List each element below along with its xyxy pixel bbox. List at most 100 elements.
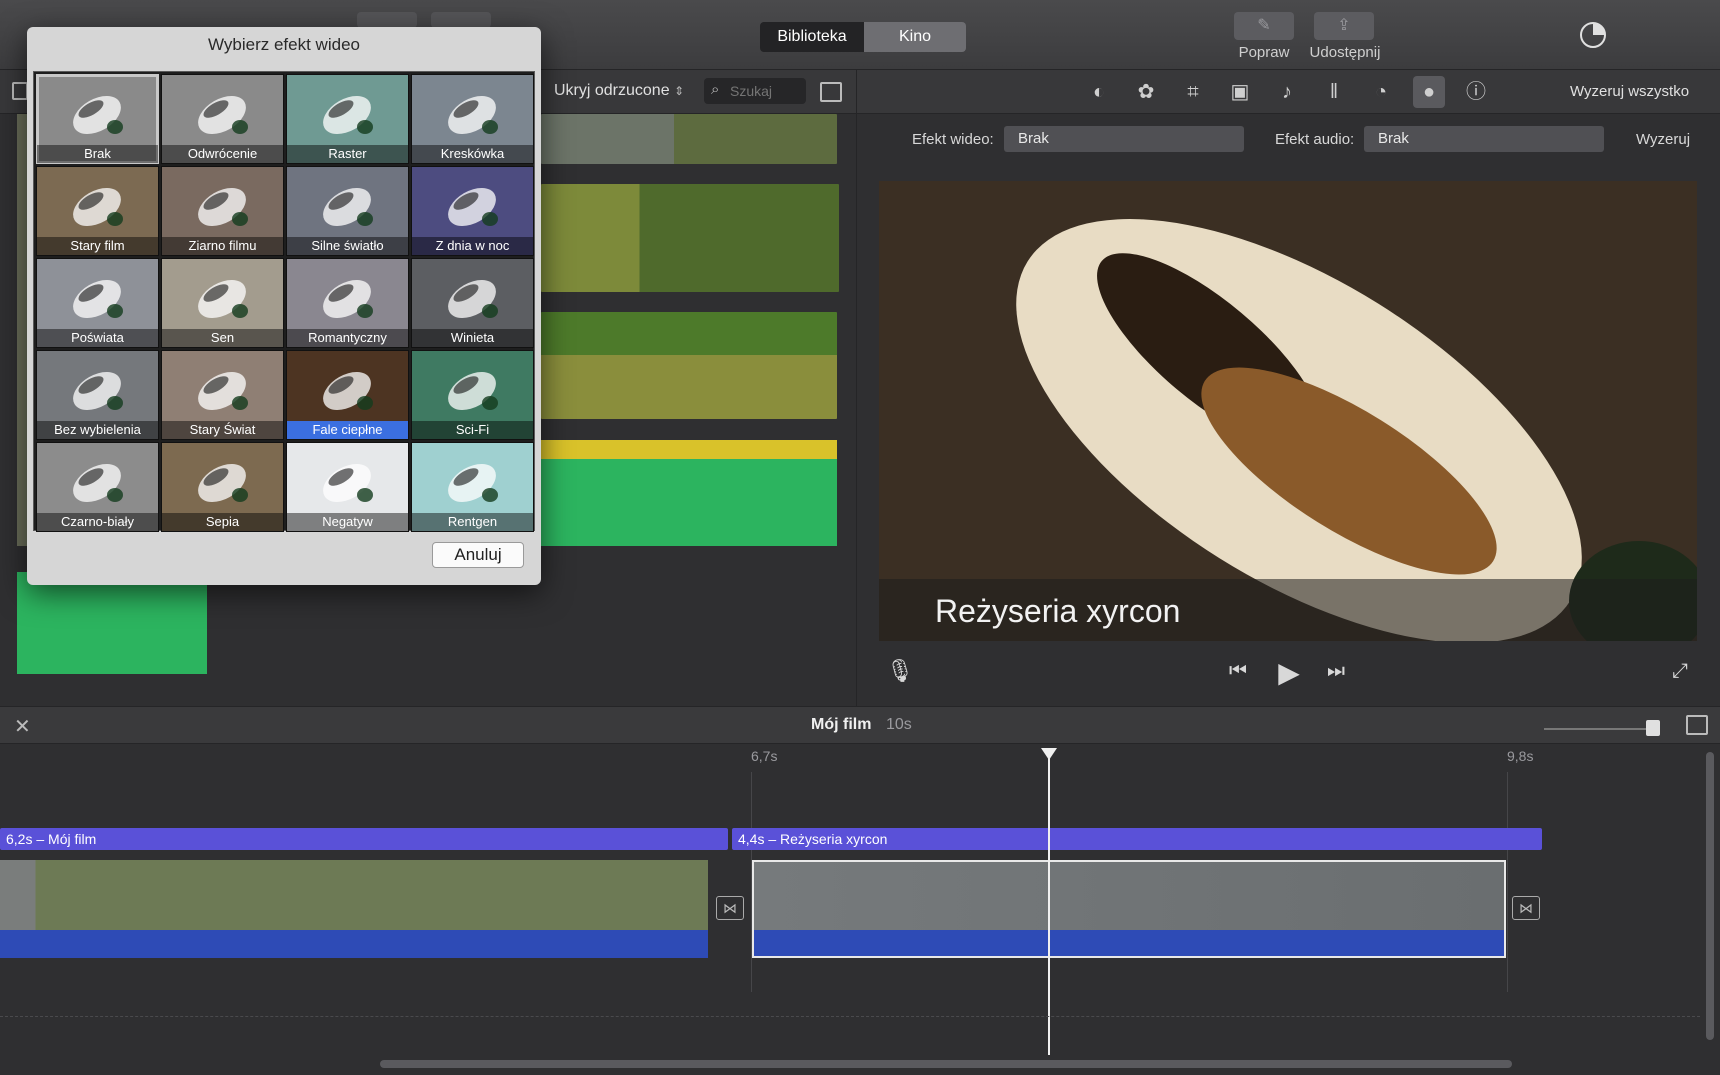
audio-clip-1[interactable]: [0, 930, 708, 958]
browser-audio-waveform[interactable]: [541, 440, 837, 546]
effect-tile-label: Winieta: [412, 329, 533, 347]
effect-tile[interactable]: Romantyczny: [286, 258, 409, 348]
effect-tile-label: Fale ciepłne: [287, 421, 408, 439]
background-tasks-icon[interactable]: [1580, 22, 1606, 48]
duck-thumbnail-image: [73, 372, 123, 410]
microphone-icon[interactable]: 🎙︎: [886, 658, 914, 686]
filmstrip-view-icon[interactable]: [820, 82, 842, 102]
choose-video-effect-dialog: Wybierz efekt wideo Brak Odwrócenie Raster…: [27, 27, 541, 585]
effect-tile[interactable]: Sen: [161, 258, 284, 348]
effect-tile-label: Raster: [287, 145, 408, 163]
transition-icon[interactable]: ⋈: [716, 896, 744, 920]
video-effect-field[interactable]: Brak: [1004, 126, 1244, 152]
duck-thumbnail-image: [323, 464, 373, 502]
volume-icon[interactable]: ♪: [1275, 80, 1299, 104]
audio-effect-field[interactable]: Brak: [1364, 126, 1604, 152]
browser-audio-clip[interactable]: [17, 572, 207, 674]
playhead-handle[interactable]: [1041, 748, 1057, 760]
stabilization-icon[interactable]: ▣: [1228, 80, 1252, 104]
video-preview: Reżyseria xyrcon: [879, 181, 1697, 641]
duck-thumbnail-image: [448, 96, 498, 134]
effect-tile-label: Romantyczny: [287, 329, 408, 347]
share-button[interactable]: ⇪: [1314, 12, 1374, 40]
playhead[interactable]: [1048, 752, 1050, 1055]
horizontal-scrollbar[interactable]: [380, 1060, 1512, 1068]
toolbar-ghost-button-1[interactable]: [357, 12, 417, 28]
duck-thumbnail-image: [73, 280, 123, 318]
audio-clip-2[interactable]: [752, 930, 1506, 958]
duck-thumbnail-image: [198, 464, 248, 502]
reset-effects-button[interactable]: Wyzeruj: [1636, 131, 1690, 148]
skip-back-icon[interactable]: ⏮︎: [1226, 660, 1250, 684]
transition-end-icon[interactable]: ⋈: [1512, 896, 1540, 920]
effect-tile-label: Poświata: [37, 329, 158, 347]
effect-tile[interactable]: Sepia: [161, 442, 284, 532]
title-clip-1[interactable]: 6,2s – Mój film: [0, 828, 728, 850]
duck-thumbnail-image: [448, 464, 498, 502]
effect-tile[interactable]: Raster: [286, 74, 409, 164]
effect-tile[interactable]: Fale ciepłne: [286, 350, 409, 440]
vertical-scrollbar[interactable]: [1706, 752, 1714, 1040]
color-balance-icon[interactable]: ◐: [1087, 80, 1111, 104]
browser-clip-3[interactable]: [541, 312, 837, 419]
effect-tile[interactable]: Rentgen: [411, 442, 534, 532]
effect-tile[interactable]: Bez wybielenia: [36, 350, 159, 440]
updown-chevron-icon: ⇕: [674, 84, 685, 98]
effect-tile[interactable]: Sci-Fi: [411, 350, 534, 440]
clip-filter-icon[interactable]: ●: [1413, 76, 1445, 108]
crop-icon[interactable]: ⌗: [1181, 80, 1205, 104]
equalizer-icon[interactable]: ‖: [1322, 80, 1346, 104]
reset-all-button[interactable]: Wyzeruj wszystko: [1570, 83, 1689, 100]
skip-forward-icon[interactable]: ⏭︎: [1324, 660, 1348, 684]
filter-dropdown[interactable]: Ukryj odrzucone ⇕: [554, 82, 684, 100]
sidebar-toggle-icon[interactable]: [12, 82, 28, 100]
effect-tile[interactable]: Negatyw: [286, 442, 409, 532]
effect-tile[interactable]: Odwrócenie: [161, 74, 284, 164]
effect-tile[interactable]: Kreskówka: [411, 74, 534, 164]
effect-tile-label: Sen: [162, 329, 283, 347]
theater-tab[interactable]: Kino: [864, 22, 966, 52]
duck-thumbnail-image: [198, 96, 248, 134]
timeline-bottom-divider: [0, 1016, 1700, 1017]
duck-thumbnail-image: [198, 372, 248, 410]
color-correction-icon[interactable]: ✿: [1134, 80, 1158, 104]
video-clip-1[interactable]: [0, 860, 708, 930]
clip-appearance-icon[interactable]: [1686, 715, 1708, 735]
effect-tile-label: Stary Świat: [162, 421, 283, 439]
audio-effect-label: Efekt audio:: [1275, 131, 1355, 148]
effect-tile[interactable]: Stary film: [36, 166, 159, 256]
enhance-button[interactable]: ✎: [1234, 12, 1294, 40]
toolbar-ghost-button-2[interactable]: [431, 12, 491, 28]
effect-tile[interactable]: Czarno-biały: [36, 442, 159, 532]
search-input[interactable]: [730, 82, 802, 100]
browser-clip-left-edge[interactable]: [17, 114, 27, 546]
effect-tile[interactable]: Ziarno filmu: [161, 166, 284, 256]
browser-clip-2[interactable]: [541, 184, 839, 292]
effect-tile-label: Rentgen: [412, 513, 533, 531]
zoom-slider-thumb[interactable]: [1646, 720, 1660, 736]
effect-tile-label: Sci-Fi: [412, 421, 533, 439]
effect-tile[interactable]: Brak: [36, 74, 159, 164]
effect-tile[interactable]: Silne światło: [286, 166, 409, 256]
search-box[interactable]: ⌕: [704, 78, 806, 104]
ruler-tick-end: [1507, 772, 1508, 992]
video-clip-2[interactable]: [752, 860, 1506, 930]
effect-tile[interactable]: Stary Świat: [161, 350, 284, 440]
library-tab[interactable]: Biblioteka: [760, 22, 864, 52]
duck-thumbnail-image: [323, 280, 373, 318]
project-title: Mój film: [811, 716, 872, 733]
info-icon[interactable]: ⓘ: [1464, 80, 1488, 104]
browser-clip-1[interactable]: [541, 114, 837, 164]
play-icon[interactable]: ▶: [1274, 656, 1304, 688]
fullscreen-icon[interactable]: ⤢: [1668, 660, 1692, 684]
title-clip-2[interactable]: 4,4s – Reżyseria xyrcon: [732, 828, 1542, 850]
zoom-slider[interactable]: [1544, 728, 1654, 730]
effect-tile-label: Czarno-biały: [37, 513, 158, 531]
effect-tile-label: Ziarno filmu: [162, 237, 283, 255]
speed-icon[interactable]: ◔: [1369, 80, 1393, 104]
effect-tile[interactable]: Z dnia w noc: [411, 166, 534, 256]
effect-tile[interactable]: Poświata: [36, 258, 159, 348]
cancel-button[interactable]: Anuluj: [432, 542, 524, 568]
effect-tile[interactable]: Winieta: [411, 258, 534, 348]
close-timeline-icon[interactable]: ✕: [14, 714, 31, 739]
